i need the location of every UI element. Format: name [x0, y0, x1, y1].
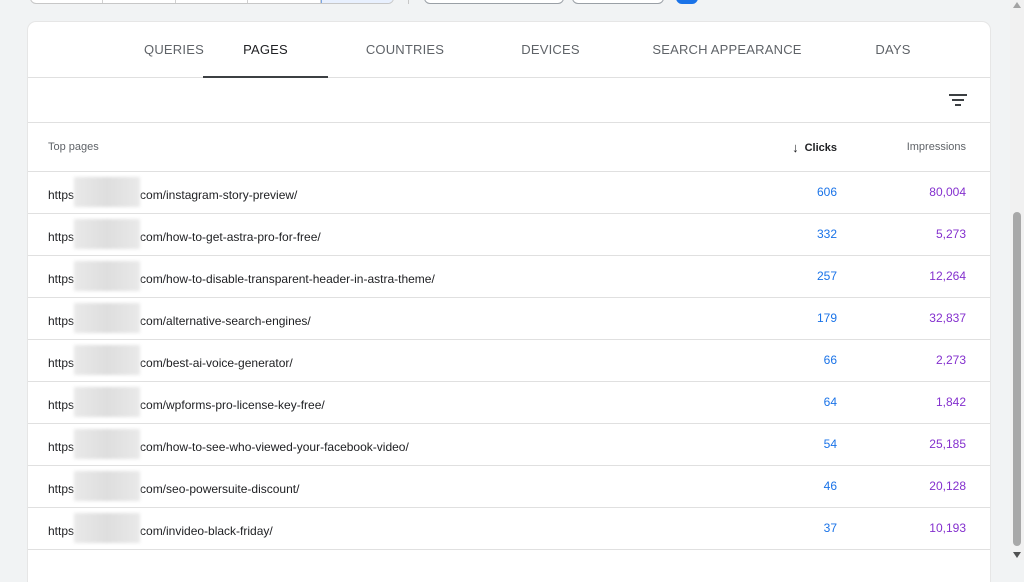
- column-header-top-pages: Top pages: [48, 141, 99, 153]
- report-card: QUERIES PAGES COUNTRIES DEVICES SEARCH A…: [28, 22, 990, 582]
- table-row[interactable]: https com/wpforms-pro-license-key-free/ 6…: [28, 382, 990, 424]
- arrow-down-icon: ↓: [792, 140, 799, 155]
- apply-button[interactable]: [676, 0, 698, 4]
- tab-devices[interactable]: DEVICES: [504, 22, 597, 77]
- impressions-value: 2,273: [935, 353, 966, 367]
- date-range-option[interactable]: [103, 0, 176, 3]
- redacted-domain: [74, 387, 141, 417]
- impressions-value: 10,193: [929, 521, 966, 535]
- page-scrollbar[interactable]: [1010, 0, 1024, 560]
- filter-list-icon[interactable]: [946, 88, 970, 112]
- redacted-domain: [74, 303, 141, 333]
- redacted-domain: [74, 261, 141, 291]
- redacted-domain: [74, 513, 141, 543]
- date-range-option-selected[interactable]: [320, 0, 393, 3]
- page-url[interactable]: https com/seo-powersuite-discount/: [48, 471, 299, 501]
- impressions-value: 1,842: [935, 395, 966, 409]
- page-url[interactable]: https com/wpforms-pro-license-key-free/: [48, 387, 325, 417]
- tab-days[interactable]: DAYS: [857, 22, 929, 77]
- dimension-tabs: QUERIES PAGES COUNTRIES DEVICES SEARCH A…: [28, 22, 990, 78]
- impressions-value: 80,004: [929, 185, 966, 199]
- date-range-option[interactable]: [248, 0, 321, 3]
- table-row[interactable]: https com/seo-powersuite-discount/ 46 20,…: [28, 466, 990, 508]
- toolbar-divider: [408, 0, 409, 4]
- date-range-selector[interactable]: [30, 0, 394, 4]
- date-range-option[interactable]: [176, 0, 249, 3]
- table-body: https com/instagram-story-preview/ 606 80…: [28, 172, 990, 550]
- clicks-value: 64: [823, 395, 837, 409]
- tab-countries[interactable]: COUNTRIES: [348, 22, 462, 77]
- tab-pages[interactable]: PAGES: [203, 22, 328, 78]
- page-url[interactable]: https com/how-to-see-who-viewed-your-face…: [48, 429, 409, 459]
- redacted-domain: [74, 177, 141, 207]
- table-row[interactable]: https com/instagram-story-preview/ 606 80…: [28, 172, 990, 214]
- table-row[interactable]: https com/best-ai-voice-generator/ 66 2,2…: [28, 340, 990, 382]
- date-range-option[interactable]: [31, 0, 104, 3]
- page-url[interactable]: https com/alternative-search-engines/: [48, 303, 311, 333]
- table-row[interactable]: https com/how-to-disable-transparent-head…: [28, 256, 990, 298]
- table-row[interactable]: https com/how-to-see-who-viewed-your-face…: [28, 424, 990, 466]
- column-header-impressions[interactable]: Impressions: [907, 141, 966, 153]
- scroll-up-arrow-icon[interactable]: [1013, 2, 1021, 8]
- tab-search-appearance[interactable]: SEARCH APPEARANCE: [648, 22, 806, 77]
- clicks-value: 332: [816, 227, 837, 241]
- redacted-domain: [74, 471, 141, 501]
- column-header-clicks-label: Clicks: [804, 141, 837, 154]
- page-url[interactable]: https com/invideo-black-friday/: [48, 513, 273, 543]
- search-type-filter-button[interactable]: [424, 0, 564, 4]
- page-url[interactable]: https com/best-ai-voice-generator/: [48, 345, 293, 375]
- impressions-value: 32,837: [929, 311, 966, 325]
- page-url[interactable]: https com/how-to-get-astra-pro-for-free/: [48, 219, 321, 249]
- table-filter-row: [28, 78, 990, 123]
- table-header: Top pages ↓ Clicks Impressions: [28, 123, 990, 172]
- clicks-value: 66: [823, 353, 837, 367]
- add-filter-button[interactable]: [572, 0, 664, 4]
- table-row[interactable]: https com/alternative-search-engines/ 179…: [28, 298, 990, 340]
- scrollbar-thumb[interactable]: [1013, 212, 1021, 546]
- redacted-domain: [74, 219, 141, 249]
- redacted-domain: [74, 345, 141, 375]
- impressions-value: 12,264: [929, 269, 966, 283]
- impressions-value: 20,128: [929, 479, 966, 493]
- clicks-value: 606: [816, 185, 837, 199]
- table-row[interactable]: https com/invideo-black-friday/ 37 10,193: [28, 508, 990, 550]
- impressions-value: 5,273: [935, 227, 966, 241]
- redacted-domain: [74, 429, 141, 459]
- clicks-value: 37: [823, 521, 837, 535]
- clicks-value: 46: [823, 479, 837, 493]
- top-toolbar: [0, 0, 1010, 20]
- impressions-value: 25,185: [929, 437, 966, 451]
- column-header-clicks[interactable]: ↓ Clicks: [792, 140, 837, 155]
- page-url[interactable]: https com/how-to-disable-transparent-head…: [48, 261, 435, 291]
- clicks-value: 54: [823, 437, 837, 451]
- page-url[interactable]: https com/instagram-story-preview/: [48, 177, 297, 207]
- table-row[interactable]: https com/how-to-get-astra-pro-for-free/ …: [28, 214, 990, 256]
- clicks-value: 257: [816, 269, 837, 283]
- scroll-down-arrow-icon[interactable]: [1013, 552, 1021, 558]
- clicks-value: 179: [816, 311, 837, 325]
